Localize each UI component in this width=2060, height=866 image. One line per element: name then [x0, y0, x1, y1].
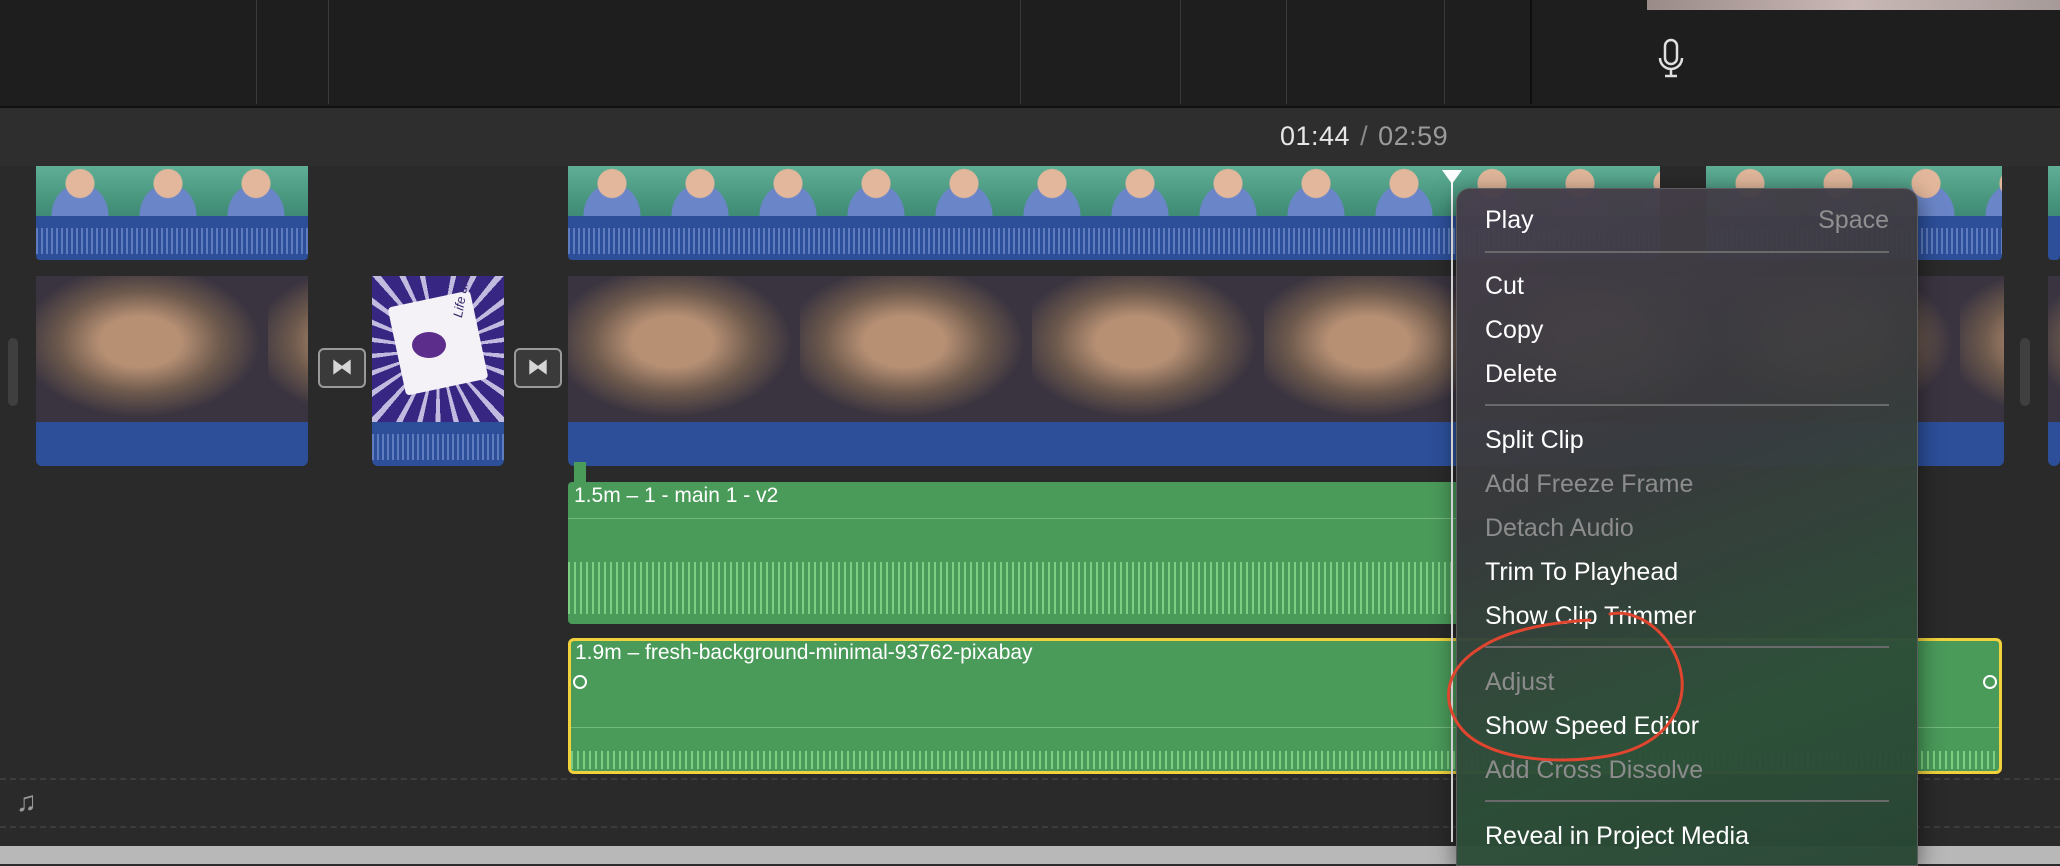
menu-item-detach-audio: Detach Audio	[1485, 514, 1634, 542]
menu-item-cut[interactable]: Cut	[1485, 266, 1889, 306]
fade-handle-left[interactable]	[573, 675, 587, 689]
menu-item-trim-to-playhead[interactable]: Trim To Playhead	[1485, 552, 1889, 592]
toolbar-divider	[1444, 0, 1445, 104]
menu-shortcut: Space	[1818, 206, 1889, 234]
playhead-marker[interactable]	[1442, 170, 1462, 184]
menu-item-label: Play	[1485, 206, 1534, 234]
annotation-circle	[1447, 611, 1684, 762]
toolbar-divider	[1530, 0, 1532, 104]
transition-icon[interactable]: ⧓	[318, 348, 366, 388]
cutaway-clip-1-audio[interactable]	[36, 216, 308, 260]
cutaway-clip-4-audio[interactable]	[2048, 216, 2060, 260]
toolbar-divider	[1180, 0, 1181, 104]
audio-track-label: 1.9m – fresh-background-minimal-93762-pi…	[575, 641, 1033, 664]
audio-waveform	[568, 562, 1456, 614]
timecode-display: 01:44 / 02:59	[1280, 121, 1448, 152]
cutaway-clip-1[interactable]	[36, 166, 308, 216]
menu-item-copy[interactable]: Copy	[1485, 310, 1889, 350]
menu-item-delete[interactable]: Delete	[1485, 354, 1889, 394]
audio-track-voice[interactable]: 1.5m – 1 - main 1 - v2	[568, 482, 1456, 624]
title-card-audio[interactable]	[372, 422, 504, 466]
music-note-icon: ♫	[16, 786, 37, 817]
audio-connection-marker	[574, 462, 586, 482]
video-clip-3-audio[interactable]	[2048, 422, 2060, 466]
top-toolbar	[0, 0, 2060, 108]
video-clip-1-audio[interactable]	[36, 422, 308, 466]
toolbar-divider	[1286, 0, 1287, 104]
cutaway-clip-4[interactable]	[2048, 166, 2060, 216]
title-card-clip[interactable]: Life unblocking	[372, 276, 504, 422]
video-clip-3[interactable]	[2048, 276, 2060, 422]
transition-icon[interactable]: ⧓	[514, 348, 562, 388]
menu-item-reveal-in-project-media[interactable]: Reveal in Project Media	[1485, 816, 1889, 856]
menu-separator	[1485, 800, 1889, 802]
menu-separator	[1485, 404, 1889, 406]
toolbar-divider	[1020, 0, 1021, 104]
toolbar-divider	[328, 0, 329, 104]
timeline-scroll-handle-right[interactable]	[2020, 338, 2030, 406]
toolbar-divider	[256, 0, 257, 104]
menu-item-add-freeze-frame: Add Freeze Frame	[1485, 470, 1694, 498]
volume-line[interactable]	[568, 518, 1456, 519]
microphone-icon[interactable]	[1656, 38, 1686, 80]
timeline-scroll-handle-left[interactable]	[8, 338, 18, 406]
menu-item-play[interactable]: Play Space	[1485, 200, 1889, 240]
viewer-preview	[1647, 0, 2060, 10]
menu-item-split-clip[interactable]: Split Clip	[1485, 420, 1889, 460]
video-clip-1[interactable]	[36, 276, 308, 422]
menu-separator	[1485, 251, 1889, 253]
current-time: 01:44	[1280, 121, 1351, 151]
context-menu: Play Space Cut Copy Delete Split Clip Ad…	[1456, 188, 1918, 866]
timecode-bar	[0, 108, 2060, 167]
audio-track-label: 1.5m – 1 - main 1 - v2	[574, 484, 779, 507]
timecode-separator: /	[1360, 121, 1369, 151]
total-duration: 02:59	[1378, 121, 1449, 151]
fade-handle-right[interactable]	[1983, 675, 1997, 689]
brain-icon	[412, 332, 446, 358]
